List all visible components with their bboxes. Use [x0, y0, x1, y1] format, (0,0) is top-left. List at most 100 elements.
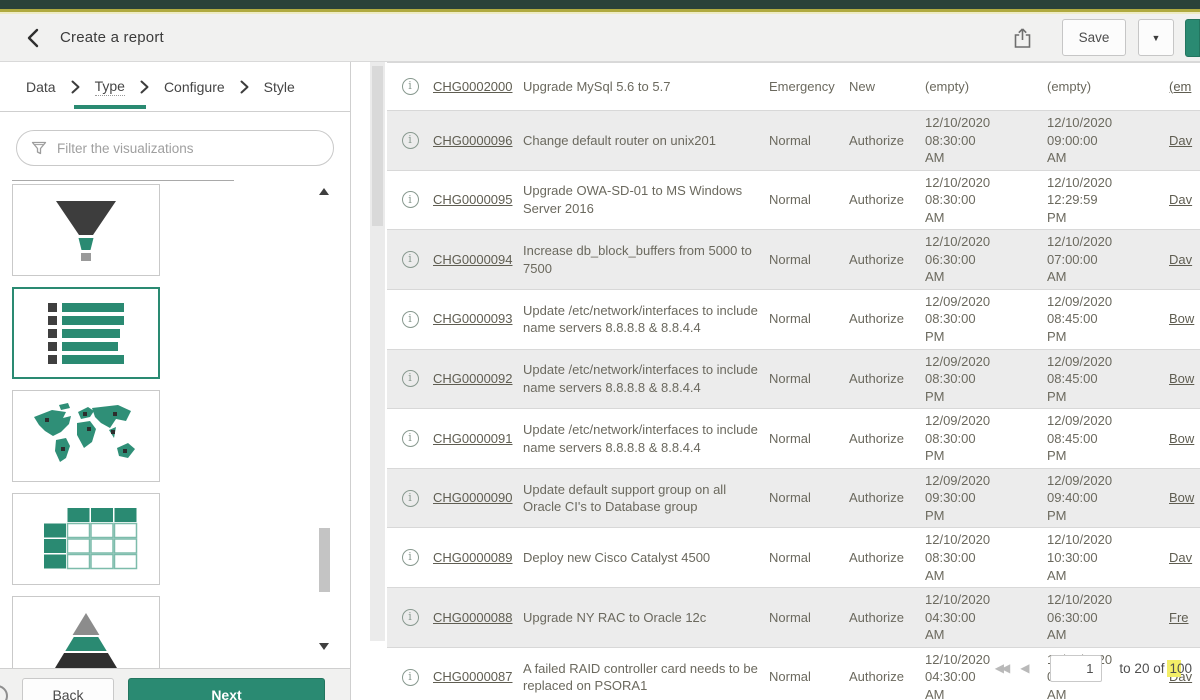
record-number-link[interactable]: CHG0000090 — [433, 490, 513, 505]
record-description: Update /etc/network/interfaces to includ… — [523, 302, 769, 337]
breadcrumb: Data Type Configure Style — [0, 62, 350, 112]
viz-thumbnail-heatmap[interactable] — [12, 493, 160, 585]
record-start-date: 12/09/2020 08:30:00PM — [925, 412, 1047, 465]
record-description: Upgrade OWA-SD-01 to MS Windows Server 2… — [523, 182, 769, 217]
previous-page-button[interactable]: ◀ — [1020, 661, 1029, 675]
scroll-up-icon[interactable] — [319, 188, 329, 195]
scrollbar-thumb[interactable] — [319, 528, 330, 592]
record-number-link[interactable]: CHG0000094 — [433, 252, 513, 267]
record-number-link[interactable]: CHG0000089 — [433, 550, 513, 565]
record-state: Authorize — [849, 132, 925, 150]
info-icon[interactable]: i — [402, 78, 419, 95]
pagination-range-label: to 20 of — [1119, 661, 1164, 676]
chevron-right-icon — [140, 80, 149, 94]
record-assignee-link[interactable]: Bow — [1169, 371, 1194, 386]
info-icon[interactable]: i — [402, 370, 419, 387]
info-icon[interactable]: i — [402, 191, 419, 208]
info-icon[interactable]: i — [402, 251, 419, 268]
viz-thumbnail-funnel[interactable] — [12, 184, 160, 276]
record-number-link[interactable]: CHG0000092 — [433, 371, 513, 386]
help-icon[interactable] — [0, 685, 8, 700]
share-icon — [1013, 27, 1032, 49]
info-icon[interactable]: i — [402, 132, 419, 149]
create-report-screen: Create a report Save ▼ DataTypeConfigure… — [0, 0, 1200, 700]
info-icon[interactable]: i — [402, 311, 419, 328]
back-step-button[interactable]: Back — [22, 678, 114, 700]
caret-down-icon: ▼ — [1152, 33, 1161, 43]
breadcrumb-step-type[interactable]: Type — [95, 78, 125, 96]
share-button[interactable] — [1013, 27, 1032, 49]
record-assignee-link[interactable]: Dav — [1169, 192, 1192, 207]
save-button[interactable]: Save — [1062, 19, 1126, 56]
record-assignee-link[interactable]: Bow — [1169, 490, 1194, 505]
record-end-date: 12/09/2020 09:40:00PM — [1047, 472, 1169, 525]
back-navigation-button[interactable] — [26, 28, 40, 48]
info-icon[interactable]: i — [402, 430, 419, 447]
record-start-date: 12/09/2020 08:30:00PM — [925, 353, 1047, 406]
record-start-date: (empty) — [925, 78, 1047, 96]
record-priority: Normal — [769, 370, 849, 388]
viz-thumbnail-map[interactable] — [12, 390, 160, 482]
record-description: Update default support group on all Orac… — [523, 481, 769, 516]
breadcrumb-step-data[interactable]: Data — [26, 79, 56, 95]
record-start-date: 12/09/2020 09:30:00PM — [925, 472, 1047, 525]
record-start-date: 12/10/2020 08:30:00AM — [925, 114, 1047, 167]
scroll-down-icon[interactable] — [319, 643, 329, 650]
left-triangle-icon: ◀ — [1020, 661, 1029, 675]
visualization-list — [0, 184, 350, 668]
partial-primary-button[interactable] — [1185, 19, 1200, 57]
record-description: Upgrade NY RAC to Oracle 12c — [523, 609, 769, 627]
funnel-chart-icon — [26, 195, 146, 265]
record-assignee-link[interactable]: Dav — [1169, 133, 1192, 148]
record-state: Authorize — [849, 668, 925, 686]
record-number-link[interactable]: CHG0000095 — [433, 192, 513, 207]
record-assignee-link[interactable]: (em — [1169, 79, 1191, 94]
table-row: i CHG0000095 Upgrade OWA-SD-01 to MS Windo… — [387, 171, 1200, 231]
record-priority: Normal — [769, 310, 849, 328]
wizard-footer: Back Next — [0, 668, 351, 700]
breadcrumb-step-style[interactable]: Style — [264, 79, 295, 95]
save-dropdown-button[interactable]: ▼ — [1138, 19, 1174, 56]
viz-thumbnail-pyramid[interactable] — [12, 596, 160, 668]
info-icon[interactable]: i — [402, 669, 419, 686]
record-priority: Emergency — [769, 78, 849, 96]
record-assignee-link[interactable]: Fre — [1169, 610, 1189, 625]
record-priority: Normal — [769, 668, 849, 686]
record-number-link[interactable]: CHG0000096 — [433, 133, 513, 148]
record-start-date: 12/10/2020 04:30:00AM — [925, 591, 1047, 644]
record-number-link[interactable]: CHG0000088 — [433, 610, 513, 625]
map-chart-icon — [26, 401, 146, 471]
record-assignee-link[interactable]: Dav — [1169, 252, 1192, 267]
record-end-date: 12/09/2020 08:45:00PM — [1047, 412, 1169, 465]
table-row: iCHG0000094Increase db_block_buffers fro… — [387, 230, 1200, 290]
record-start-date: 12/10/2020 08:30:00AM — [925, 531, 1047, 584]
record-assignee-link[interactable]: Dav — [1169, 550, 1192, 565]
info-icon[interactable]: i — [402, 549, 419, 566]
record-number-link[interactable]: CHG0000091 — [433, 431, 513, 446]
viz-thumbnail-list[interactable] — [12, 287, 160, 379]
record-number-link[interactable]: CHG0002000 — [433, 79, 513, 94]
double-left-triangle-icon: ◀◀ — [995, 661, 1007, 675]
breadcrumb-step-configure[interactable]: Configure — [164, 79, 225, 95]
table-row: iCHG0000092Update /etc/network/interface… — [387, 350, 1200, 410]
table-scrollbar-thumb[interactable] — [372, 66, 383, 226]
record-assignee-link[interactable]: Bow — [1169, 311, 1194, 326]
record-priority: Normal — [769, 191, 849, 209]
next-step-button[interactable]: Next — [128, 678, 325, 700]
record-state: Authorize — [849, 609, 925, 627]
record-description: Change default router on unix201 — [523, 132, 769, 150]
record-number-link[interactable]: CHG0000087 — [433, 669, 513, 684]
pagination-total: 100 — [1169, 661, 1192, 676]
first-page-button[interactable]: ◀◀ — [995, 661, 1007, 675]
record-number-link[interactable]: CHG0000093 — [433, 311, 513, 326]
page-number-input[interactable] — [1050, 655, 1102, 682]
table-row: i CHG0002000 Upgrade MySql 5.6 to 5.7Emerg… — [387, 63, 1200, 111]
filter-input[interactable] — [57, 141, 319, 156]
table-row: iCHG0000091Update /etc/network/interface… — [387, 409, 1200, 469]
sidebar-scrollbar — [318, 184, 331, 654]
info-icon[interactable]: i — [402, 609, 419, 626]
record-description: Upgrade MySql 5.6 to 5.7 — [523, 78, 769, 96]
record-priority: Normal — [769, 489, 849, 507]
info-icon[interactable]: i — [402, 490, 419, 507]
record-assignee-link[interactable]: Bow — [1169, 431, 1194, 446]
